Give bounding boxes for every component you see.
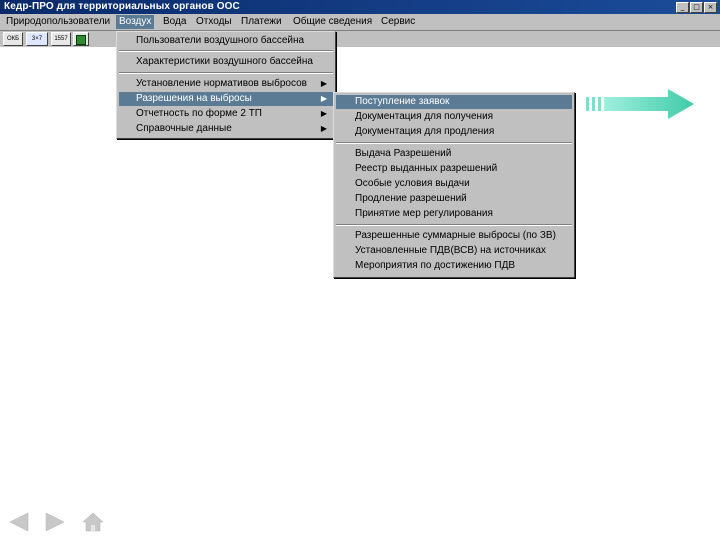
menu-othody[interactable]: Отходы xyxy=(193,15,235,29)
permits-menu-pdv-sources[interactable]: Установленные ПДВ(ВСВ) на источниках xyxy=(336,244,572,258)
permits-menu-special-conditions[interactable]: Особые условия выдачи xyxy=(336,177,572,191)
big-right-arrow[interactable] xyxy=(584,88,696,120)
air-dropdown-menu: Пользователи воздушного бассейна Характе… xyxy=(116,31,336,139)
submenu-arrow-icon: ▶ xyxy=(320,109,327,118)
menu-separator xyxy=(336,224,572,226)
menu-vozduh[interactable]: Воздух xyxy=(116,15,155,29)
air-menu-reports-label: Отчетность по форме 2 ТП xyxy=(136,108,262,119)
toolbar-okb-button[interactable]: ОКБ xyxy=(3,32,23,46)
green-square-icon xyxy=(76,35,86,45)
air-menu-norms[interactable]: Установление нормативов выбросов ▶ xyxy=(119,77,333,91)
permits-menu-issue[interactable]: Выдача Разрешений xyxy=(336,147,572,161)
air-menu-permits-label: Разрешения на выбросы xyxy=(136,93,252,104)
menu-servis[interactable]: Сервис xyxy=(378,15,418,29)
permits-menu-renewal[interactable]: Продление разрешений xyxy=(336,192,572,206)
air-menu-reference-label: Справочные данные xyxy=(136,123,232,134)
toolbar-green-square-button[interactable] xyxy=(73,32,89,46)
air-menu-reports[interactable]: Отчетность по форме 2 ТП ▶ xyxy=(119,107,333,121)
permits-menu-applications[interactable]: Поступление заявок xyxy=(336,95,572,109)
air-menu-permits[interactable]: Разрешения на выбросы ▶ xyxy=(119,92,333,106)
permits-menu-registry[interactable]: Реестр выданных разрешений xyxy=(336,162,572,176)
window-title: Кедр-ПРО для территориальных органов ООС xyxy=(4,1,240,12)
home-icon[interactable] xyxy=(82,512,104,532)
permits-submenu: Поступление заявок Документация для полу… xyxy=(333,92,575,278)
air-menu-reference[interactable]: Справочные данные ▶ xyxy=(119,122,333,136)
forward-arrow-icon[interactable] xyxy=(44,512,66,532)
window-controls: _ □ × xyxy=(676,2,717,13)
menu-prirodopolzovateli[interactable]: Природопользователи xyxy=(3,15,113,29)
maximize-button[interactable]: □ xyxy=(690,2,703,13)
permits-menu-docs-extend[interactable]: Документация для продления xyxy=(336,125,572,139)
close-button[interactable]: × xyxy=(704,2,717,13)
menu-separator xyxy=(119,72,333,74)
submenu-arrow-icon: ▶ xyxy=(320,124,327,133)
menu-separator xyxy=(119,50,333,52)
air-menu-norms-label: Установление нормативов выбросов xyxy=(136,78,307,89)
menu-platezhi[interactable]: Платежи xyxy=(238,15,285,29)
toolbar-1557-button[interactable]: 1557 xyxy=(51,32,71,46)
permits-menu-regulation[interactable]: Принятие мер регулирования xyxy=(336,207,572,221)
toolbar-3x7-button[interactable]: 3×7 xyxy=(26,32,48,46)
toolbar: ОКБ 3×7 1557 xyxy=(0,31,720,47)
air-menu-users-label: Пользователи воздушного бассейна xyxy=(136,35,305,46)
menu-bar: Природопользователи Воздух Вода Отходы П… xyxy=(0,14,720,31)
title-bar: Кедр-ПРО для территориальных органов ООС… xyxy=(0,0,720,14)
permits-menu-total-emissions[interactable]: Разрешенные суммарные выбросы (по ЗВ) xyxy=(336,229,572,243)
minimize-button[interactable]: _ xyxy=(676,2,689,13)
back-arrow-icon[interactable] xyxy=(8,512,30,532)
menu-voda[interactable]: Вода xyxy=(160,15,189,29)
menu-separator xyxy=(336,142,572,144)
menu-obshie-svedeniya[interactable]: Общие сведения xyxy=(290,15,375,29)
air-menu-characteristics-label: Характеристики воздушного бассейна xyxy=(136,56,313,67)
permits-menu-pdv-measures[interactable]: Мероприятия по достижению ПДВ xyxy=(336,259,572,273)
main-window: Кедр-ПРО для территориальных органов ООС… xyxy=(0,0,720,540)
air-menu-users[interactable]: Пользователи воздушного бассейна xyxy=(119,34,333,48)
permits-menu-docs-obtain[interactable]: Документация для получения xyxy=(336,110,572,124)
submenu-arrow-icon: ▶ xyxy=(320,94,327,103)
air-menu-characteristics[interactable]: Характеристики воздушного бассейна xyxy=(119,55,333,69)
submenu-arrow-icon: ▶ xyxy=(320,79,327,88)
